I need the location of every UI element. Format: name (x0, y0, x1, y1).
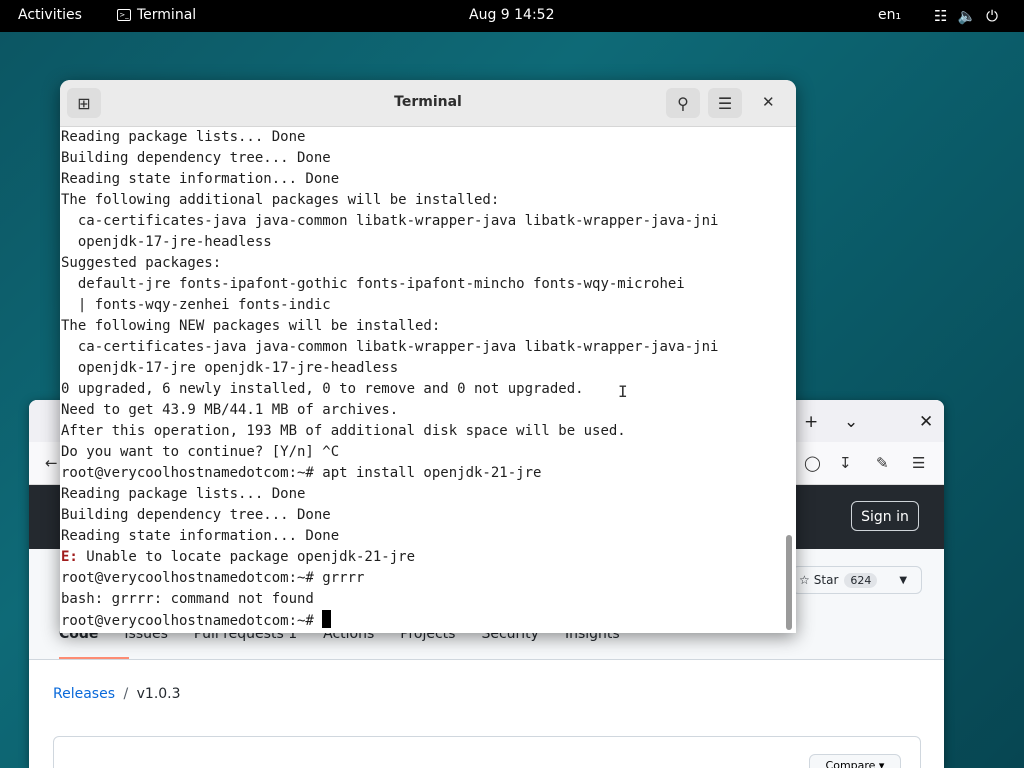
clock[interactable]: Aug 9 14:52 (469, 7, 555, 23)
terminal-line: bash: grrrr: command not found (61, 591, 314, 607)
activities-button[interactable]: Activities (18, 7, 82, 23)
terminal-line: Reading package lists... Done (61, 486, 306, 502)
terminal-line: root@verycoolhostnamedotcom:~# grrrr (61, 570, 365, 586)
network-icon: ☷ (934, 7, 948, 25)
close-icon[interactable]: ✕ (919, 412, 933, 432)
active-tab-indicator (59, 657, 129, 659)
system-menu[interactable]: ☷ 🔈 ⏻ (934, 7, 998, 25)
power-icon: ⏻ (986, 7, 999, 25)
terminal-line: | fonts-wqy-zenhei fonts-indic (61, 297, 331, 313)
star-icon: ☆ (799, 573, 810, 587)
terminal-output[interactable]: Reading package lists... Done Building de… (61, 127, 783, 633)
terminal-header-bar: ⊞ Terminal ⚲ ☰ ✕ (60, 80, 796, 127)
search-button[interactable]: ⚲ (666, 88, 700, 118)
volume-icon: 🔈 (957, 7, 977, 25)
terminal-window: ⊞ Terminal ⚲ ☰ ✕ Reading package lists..… (60, 80, 796, 633)
terminal-line: 0 upgraded, 6 newly installed, 0 to remo… (61, 381, 584, 397)
terminal-line: After this operation, 193 MB of addition… (61, 423, 626, 439)
compare-button[interactable]: Compare ▾ (809, 754, 901, 768)
terminal-line: ca-certificates-java java-common libatk-… (61, 213, 719, 229)
terminal-prompt-line[interactable]: root@verycoolhostnamedotcom:~# (61, 610, 783, 631)
terminal-line: openjdk-17-jre-headless (61, 234, 272, 250)
menu-button[interactable]: ☰ (708, 88, 742, 118)
terminal-line: The following additional packages will b… (61, 192, 500, 208)
terminal-line: Need to get 43.9 MB/44.1 MB of archives. (61, 402, 399, 418)
hamburger-menu-icon: ☰ (717, 93, 733, 113)
terminal-line: Do you want to continue? [Y/n] ^C (61, 444, 340, 460)
breadcrumb: Releases / v1.0.3 (53, 686, 181, 702)
app-name: Terminal (137, 7, 197, 23)
top-bar: Activities >_ Terminal Aug 9 14:52 en₁ ☷… (0, 0, 1024, 32)
extensions-icon[interactable]: ✎ (876, 454, 889, 472)
release-card (53, 736, 921, 768)
terminal-line: The following NEW packages will be insta… (61, 318, 441, 334)
menu-icon[interactable]: ☰ (912, 454, 925, 472)
sign-in-button[interactable]: Sign in (851, 501, 919, 531)
breadcrumb-separator: / (123, 686, 129, 702)
input-language[interactable]: en₁ (878, 7, 901, 23)
close-icon[interactable]: ✕ (762, 93, 775, 111)
star-count: 624 (844, 572, 878, 588)
terminal-line: E: Unable to locate package openjdk-21-j… (61, 547, 783, 568)
star-button[interactable]: ☆ Star 624 ▼ (792, 566, 922, 594)
search-icon: ⚲ (677, 93, 689, 113)
back-icon[interactable]: ← (45, 454, 58, 472)
app-menu[interactable]: >_ Terminal (117, 7, 196, 23)
shell-prompt: root@verycoolhostnamedotcom:~# (61, 613, 323, 629)
new-tab-icon[interactable]: + (804, 412, 818, 432)
terminal-line: Building dependency tree... Done (61, 507, 331, 523)
compare-label: Compare (825, 759, 876, 768)
terminal-line: Suggested packages: (61, 255, 222, 271)
chevron-down-icon[interactable]: ⌄ (844, 412, 858, 432)
terminal-line: Reading state information... Done (61, 528, 340, 544)
error-prefix: E: (61, 549, 78, 565)
terminal-line: ca-certificates-java java-common libatk-… (61, 339, 719, 355)
star-dropdown-icon[interactable]: ▼ (899, 575, 907, 586)
scrollbar[interactable] (786, 535, 792, 630)
breadcrumb-releases-link[interactable]: Releases (53, 686, 115, 702)
error-message: Unable to locate package openjdk-21-jre (77, 549, 416, 565)
terminal-line: openjdk-17-jre openjdk-17-jre-headless (61, 360, 399, 376)
terminal-line: Building dependency tree... Done (61, 150, 331, 166)
terminal-icon: >_ (117, 9, 131, 21)
star-label: Star (813, 573, 839, 587)
mouse-ibeam-cursor: I (618, 382, 628, 401)
breadcrumb-current: v1.0.3 (136, 686, 181, 702)
download-icon[interactable]: ↧ (839, 454, 852, 472)
text-cursor (322, 610, 332, 628)
pocket-icon[interactable]: ◯ (804, 454, 821, 472)
terminal-line: root@verycoolhostnamedotcom:~# apt insta… (61, 465, 542, 481)
terminal-line: Reading state information... Done (61, 171, 340, 187)
terminal-line: default-jre fonts-ipafont-gothic fonts-i… (61, 276, 685, 292)
terminal-line: Reading package lists... Done (61, 129, 306, 145)
